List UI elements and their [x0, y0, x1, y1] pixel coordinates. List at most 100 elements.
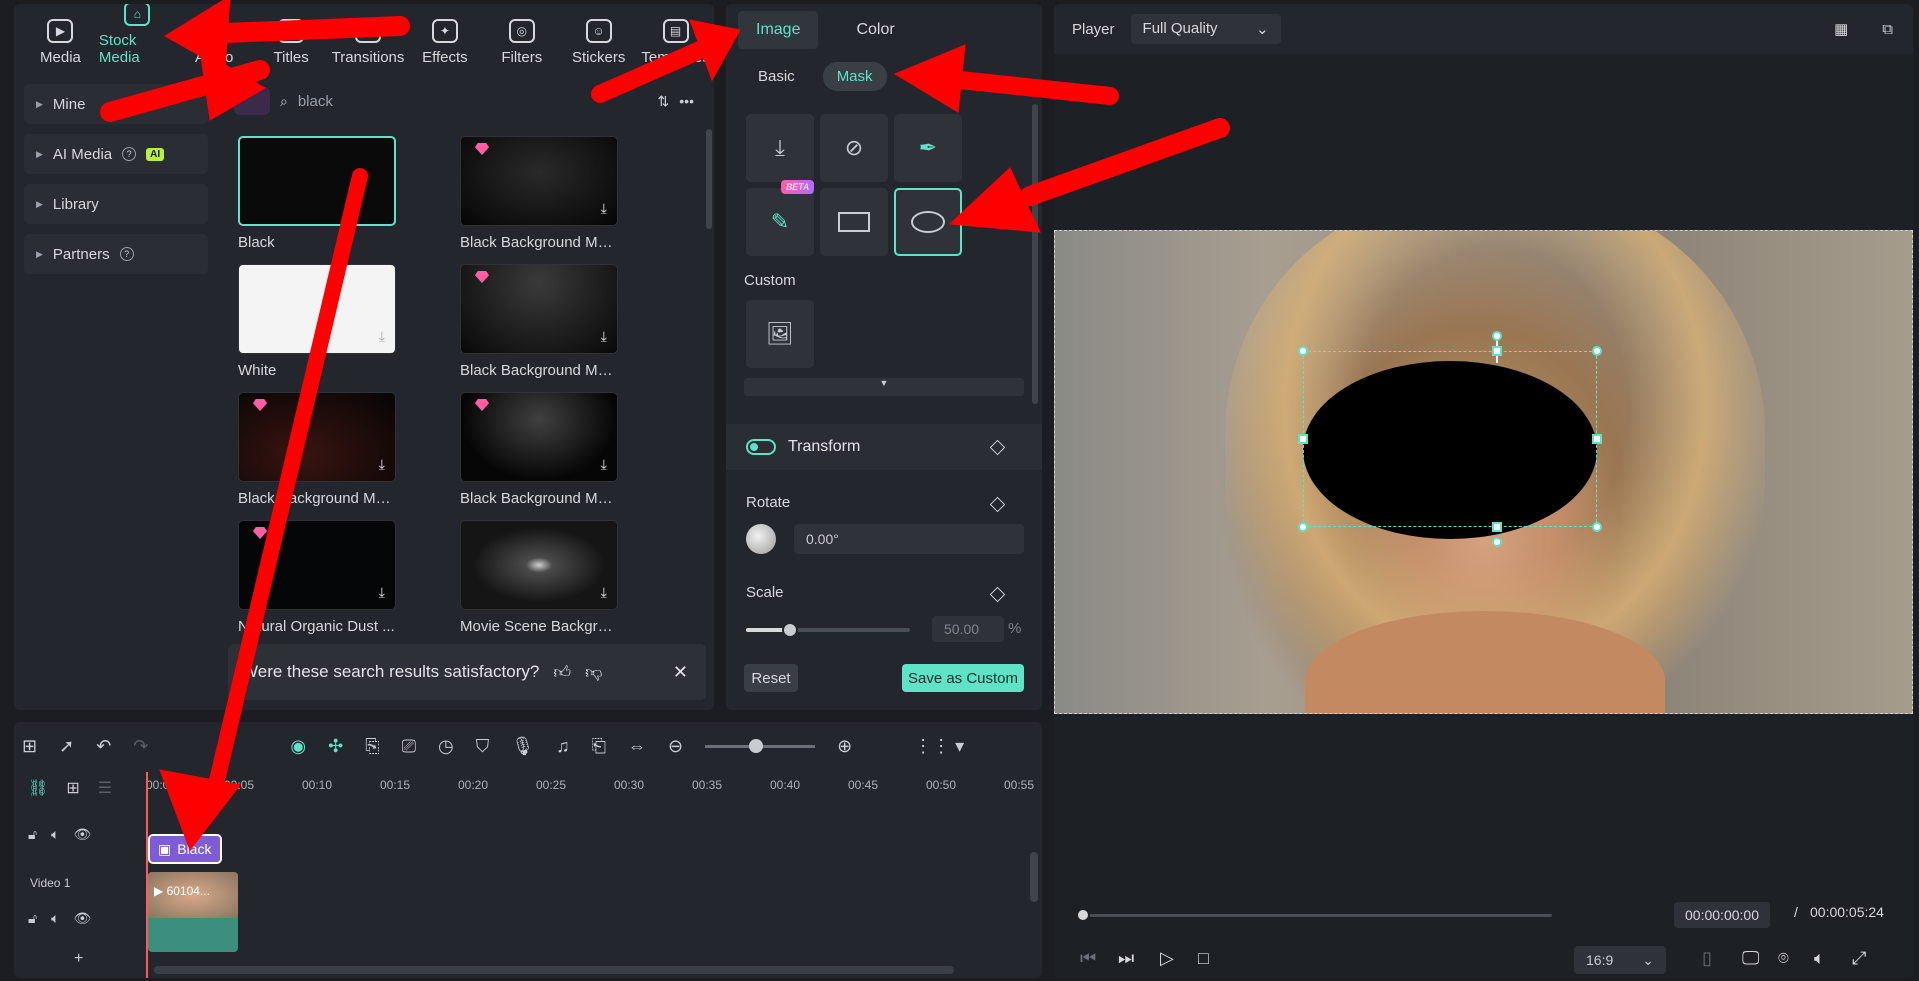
result-thumbnail[interactable]: ⤓: [460, 264, 618, 354]
add-track-icon[interactable]: ⊞: [66, 778, 79, 798]
download-icon[interactable]: ⤓: [601, 328, 607, 345]
sort-icon[interactable]: ⇅: [658, 93, 670, 110]
no-mask-button[interactable]: ⊘: [820, 114, 888, 182]
keyframe-icon[interactable]: [989, 586, 1006, 603]
rotate-dial[interactable]: [746, 524, 776, 554]
result-thumbnail[interactable]: [238, 136, 396, 226]
thumbs-down-icon[interactable]: 👎︎: [585, 662, 602, 683]
play-icon[interactable]: ▷: [1160, 948, 1174, 969]
toolbar-transitions[interactable]: ⇄ Transitions: [330, 19, 407, 66]
stop-icon[interactable]: □: [1198, 948, 1209, 969]
ellipse-mask-button[interactable]: [894, 188, 962, 256]
result-thumbnail[interactable]: ⤓: [238, 520, 396, 610]
help-icon[interactable]: ?: [119, 247, 134, 261]
result-card[interactable]: ⤓ Black Background Me...: [460, 392, 618, 507]
toolbar-stock-media[interactable]: ⌂ Stock Media: [99, 4, 176, 66]
corner-handle[interactable]: [1298, 346, 1308, 356]
timeline-options-icon[interactable]: ⋮⋮ ▾: [914, 736, 964, 757]
redo-icon[interactable]: ↷: [133, 736, 148, 757]
thumbs-up-icon[interactable]: 👍︎: [553, 662, 571, 683]
edge-handle[interactable]: [1298, 434, 1308, 444]
scale-slider-knob[interactable]: [782, 622, 798, 638]
scale-field[interactable]: 50.00: [932, 616, 1004, 642]
toolbar-media[interactable]: ▶ Media: [22, 19, 99, 66]
timeline-vertical-scrollbar[interactable]: [1030, 852, 1038, 902]
tab-color[interactable]: Color: [838, 11, 912, 49]
fullscreen-icon[interactable]: ⤢: [1852, 948, 1866, 969]
timeline-horizontal-scrollbar[interactable]: [154, 966, 954, 974]
result-card[interactable]: ⤓ Natural Organic Dust ...: [238, 520, 396, 635]
download-icon[interactable]: ⤓: [601, 456, 607, 473]
results-scrollbar[interactable]: [706, 129, 712, 229]
time-ruler[interactable]: 00:00 00:05 00:10 00:15 00:20 00:25 00:3…: [146, 774, 1042, 800]
mask-shield-icon[interactable]: ⛉: [476, 736, 490, 757]
step-forward-icon[interactable]: ⏭: [1118, 948, 1134, 969]
preview-canvas[interactable]: [1054, 230, 1913, 714]
result-card[interactable]: ⤓ Black Background Me...: [460, 264, 618, 379]
clip-video[interactable]: ▶ 60104...: [148, 872, 238, 952]
add-track-button[interactable]: +: [14, 950, 144, 968]
result-card[interactable]: Black: [238, 136, 396, 251]
reset-button[interactable]: Reset: [744, 664, 798, 692]
undo-icon[interactable]: ↶: [96, 736, 111, 757]
split-icon[interactable]: ✣: [328, 736, 343, 757]
result-thumbnail[interactable]: ⤓: [460, 392, 618, 482]
quality-select[interactable]: Full Quality ⌄: [1130, 14, 1281, 44]
result-card[interactable]: ⤓ Black Background Me...: [460, 136, 618, 251]
transform-toggle[interactable]: [746, 439, 776, 455]
more-options-icon[interactable]: •••: [679, 93, 694, 109]
expand-more-button[interactable]: ▼: [744, 378, 1024, 396]
toolbar-filters[interactable]: ◎ Filters: [483, 19, 560, 66]
import-mask-button[interactable]: ⤓: [746, 114, 814, 182]
zoom-slider[interactable]: [705, 738, 816, 753]
select-tool-icon[interactable]: ➚: [59, 736, 74, 757]
zoom-slider-knob[interactable]: [749, 738, 764, 753]
mask-bounding-box[interactable]: [1303, 351, 1597, 527]
toolbar-audio[interactable]: ♪ Audio: [176, 19, 253, 66]
result-card[interactable]: ⤓ Black Background Me...: [238, 392, 396, 507]
result-thumbnail[interactable]: ⤓: [238, 264, 396, 354]
edge-handle[interactable]: [1592, 434, 1602, 444]
download-icon[interactable]: ⤓: [379, 584, 385, 601]
sidebar-item-mine[interactable]: ▶ Mine: [24, 84, 208, 124]
pen-mask-button[interactable]: ✒: [894, 114, 962, 182]
edge-handle[interactable]: [1492, 346, 1502, 356]
help-icon[interactable]: ?: [122, 147, 137, 161]
keyframe-icon[interactable]: [989, 496, 1006, 513]
search-input[interactable]: black: [298, 93, 333, 110]
audio-detach-icon[interactable]: ⎘: [365, 736, 379, 757]
result-card[interactable]: ⤓ Movie Scene Backgro...: [460, 520, 618, 635]
feather-handle[interactable]: [1492, 537, 1502, 547]
render-icon[interactable]: ⎗: [592, 736, 606, 757]
rotation-handle[interactable]: [1492, 331, 1502, 341]
toolbar-templates[interactable]: ▤ Templates: [637, 19, 714, 66]
close-icon[interactable]: ✕: [673, 662, 688, 683]
aspect-ratio-select[interactable]: 16:9 ⌄: [1574, 946, 1666, 974]
audio-mix-icon[interactable]: ♫: [556, 736, 570, 757]
volume-icon[interactable]: 🔈︎: [51, 826, 59, 843]
rotate-field[interactable]: 0.00°: [794, 524, 1024, 554]
scale-slider[interactable]: [746, 622, 910, 638]
display-icon[interactable]: 🖵: [1742, 948, 1759, 969]
download-icon[interactable]: ⤓: [379, 328, 385, 345]
subtab-basic[interactable]: Basic: [744, 62, 809, 91]
sidebar-item-partners[interactable]: ▶ Partners?: [24, 234, 208, 274]
layout-grid-icon[interactable]: ⊞: [22, 736, 37, 757]
download-icon[interactable]: ⤓: [601, 200, 607, 217]
corner-handle[interactable]: [1592, 522, 1602, 532]
playhead-knob[interactable]: [1076, 908, 1090, 922]
edge-handle[interactable]: [1492, 522, 1502, 532]
track-manage-icon[interactable]: ☰: [98, 778, 112, 798]
result-card[interactable]: ⤓ White: [238, 264, 396, 379]
corner-handle[interactable]: [1592, 346, 1602, 356]
property-scrollbar[interactable]: [1032, 104, 1038, 404]
draw-mask-button[interactable]: BETA ✎: [746, 180, 814, 256]
link-icon[interactable]: ⛓: [28, 778, 48, 798]
download-icon[interactable]: ⤓: [601, 584, 607, 601]
eye-icon[interactable]: 👁︎: [73, 826, 91, 843]
ai-assistant-icon[interactable]: ◉: [290, 736, 306, 757]
clip-black[interactable]: ▣ Black: [148, 834, 222, 864]
result-thumbnail[interactable]: ⤓: [460, 136, 618, 226]
custom-mask-import-button[interactable]: 🖼︎: [746, 300, 814, 368]
microphone-icon[interactable]: 🎙︎: [511, 736, 534, 757]
